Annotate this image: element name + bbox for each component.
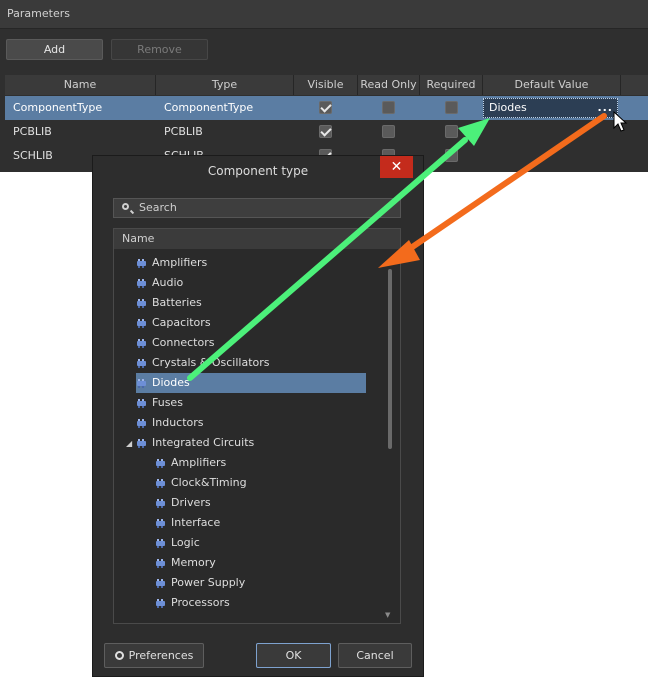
green-arrow-shaft bbox=[187, 137, 468, 381]
mouse-cursor-icon bbox=[613, 110, 628, 132]
orange-arrow-shaft bbox=[402, 113, 607, 255]
annotation-overlay bbox=[187, 110, 628, 381]
